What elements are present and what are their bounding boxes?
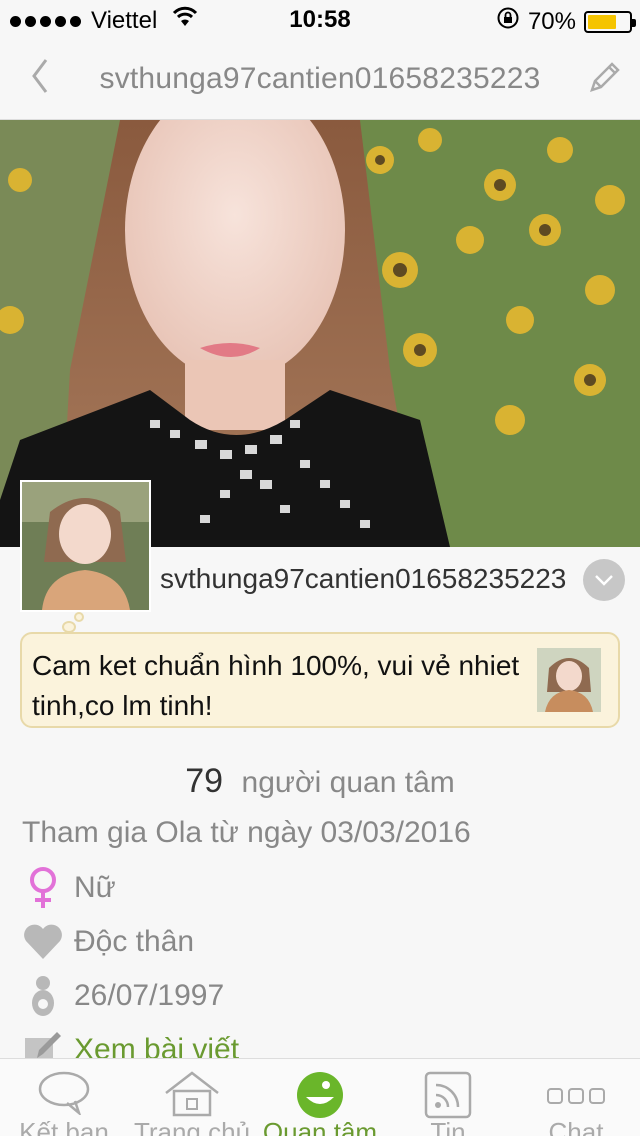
navigation-bar: svthunga97cantien01658235223 xyxy=(0,40,640,120)
tab-label: Tin xyxy=(430,1117,466,1136)
battery-icon xyxy=(584,10,636,33)
avatar-image xyxy=(22,482,149,610)
status-thumbnail[interactable] xyxy=(537,648,601,712)
status-bubble[interactable]: Cam ket chuẩn hình 100%, vui vẻ nhiet ti… xyxy=(20,632,620,728)
followers-count[interactable]: 79 người quan tâm xyxy=(0,762,640,801)
status-text: Cam ket chuẩn hình 100%, vui vẻ nhiet ti… xyxy=(32,650,520,721)
page-title: svthunga97cantien01658235223 xyxy=(99,62,541,95)
more-icon xyxy=(547,1088,605,1104)
tab-tin[interactable]: Tin xyxy=(384,1059,512,1136)
expand-button[interactable] xyxy=(583,559,625,601)
relationship-row: Độc thân xyxy=(22,920,194,964)
home-icon xyxy=(165,1071,219,1117)
tab-bar: Kết bạn Trang chủ Quan tâm Tin Chat xyxy=(0,1058,640,1136)
baby-icon xyxy=(22,974,64,1018)
orientation-lock-icon xyxy=(496,6,520,37)
heart-icon xyxy=(22,920,64,964)
joined-date: Tham gia Ola từ ngày 03/03/2016 xyxy=(22,816,471,849)
tab-label: Trang chủ xyxy=(133,1117,251,1136)
chat-bubble-icon xyxy=(38,1071,90,1115)
tab-ket-ban[interactable]: Kết bạn xyxy=(0,1059,128,1136)
tab-quan-tam[interactable]: Quan tâm xyxy=(256,1059,384,1136)
followers-number: 79 xyxy=(185,762,224,800)
tab-label: Quan tâm xyxy=(262,1117,378,1136)
feed-icon xyxy=(424,1071,472,1119)
battery-percent: 70% xyxy=(527,7,576,35)
tab-label: Kết bạn xyxy=(19,1117,109,1136)
birthday-value: 26/07/1997 xyxy=(74,979,225,1012)
birthday-row: 26/07/1997 xyxy=(22,974,224,1018)
status-bar: Viettel 10:58 70% xyxy=(0,0,640,40)
followers-label: người quan tâm xyxy=(241,766,455,799)
smile-icon xyxy=(297,1072,343,1118)
thumbnail-image xyxy=(537,648,601,712)
chevron-down-icon xyxy=(595,575,613,586)
female-icon xyxy=(22,866,64,910)
tab-label: Chat xyxy=(548,1117,604,1136)
gender-value: Nữ xyxy=(74,871,116,904)
edit-button[interactable] xyxy=(586,60,622,101)
gender-row: Nữ xyxy=(22,866,116,910)
tab-trang-chu[interactable]: Trang chủ xyxy=(128,1059,256,1136)
pencil-icon xyxy=(590,62,620,92)
avatar[interactable] xyxy=(20,480,151,612)
profile-username: svthunga97cantien01658235223 xyxy=(160,563,567,594)
relationship-value: Độc thân xyxy=(74,925,195,958)
tab-chat[interactable]: Chat xyxy=(512,1059,640,1136)
bubble-tail xyxy=(74,612,84,622)
